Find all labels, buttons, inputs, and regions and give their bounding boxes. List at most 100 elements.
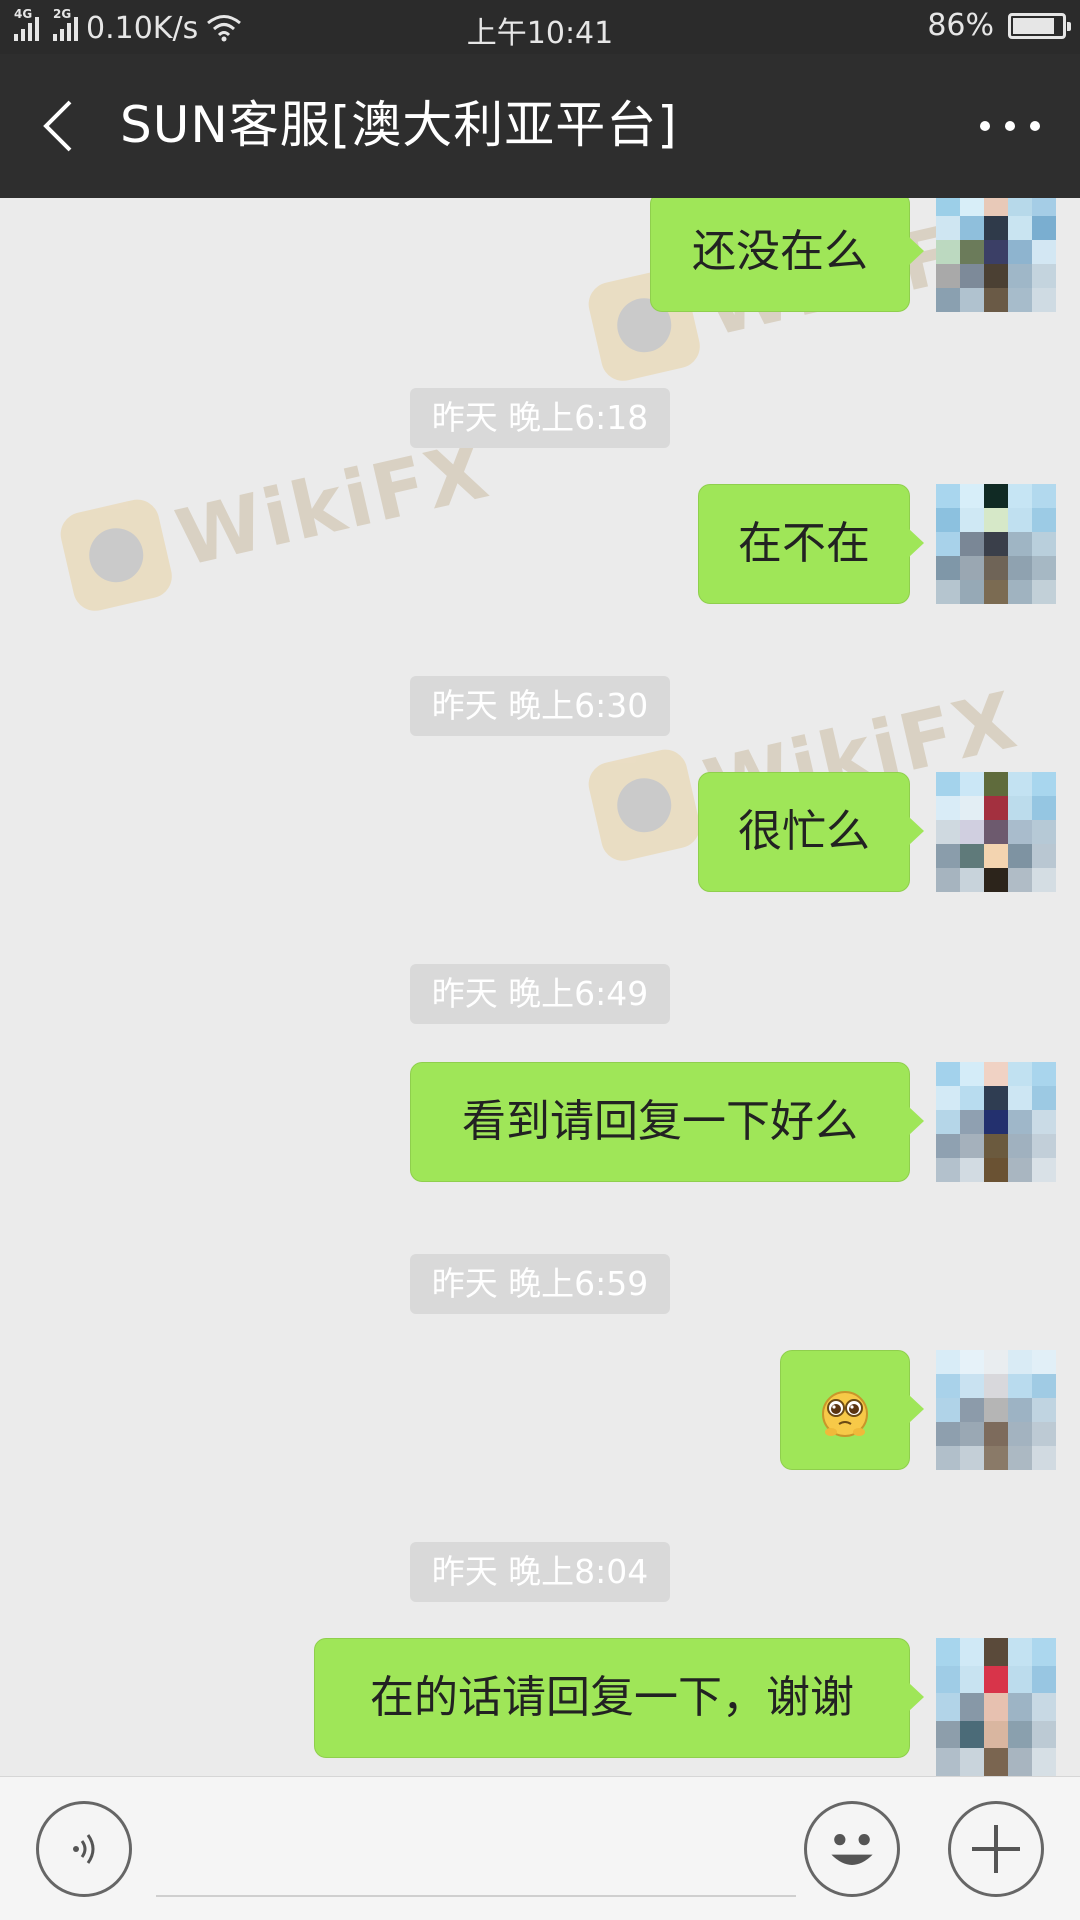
avatar[interactable] (936, 772, 1056, 892)
avatar-pixel (984, 796, 1008, 820)
avatar[interactable] (936, 1638, 1056, 1776)
avatar-pixel (1032, 1110, 1056, 1134)
avatar-pixel (984, 1374, 1008, 1398)
avatar-pixel (936, 264, 960, 288)
avatar-pixel (960, 240, 984, 264)
avatar-pixel (984, 556, 1008, 580)
message-bubble[interactable]: 在不在 (698, 484, 924, 604)
avatar-pixel (1008, 1110, 1032, 1134)
avatar-pixel (1008, 1638, 1032, 1666)
more-options-icon[interactable] (980, 118, 1040, 134)
avatar-pixel (984, 216, 1008, 240)
avatar-pixel (1032, 198, 1056, 216)
avatar-pixel (1032, 216, 1056, 240)
avatar-pixel (936, 1374, 960, 1398)
avatar-pixel (1008, 216, 1032, 240)
avatar-pixel (936, 844, 960, 868)
message-bubble[interactable]: 很忙么 (698, 772, 924, 892)
avatar-pixel (984, 1422, 1008, 1446)
back-arrow-icon[interactable] (38, 98, 82, 154)
message-bubble[interactable]: 在的话请回复一下，谢谢 (314, 1638, 924, 1758)
avatar[interactable] (936, 1350, 1056, 1470)
avatar-pixel (984, 772, 1008, 796)
avatar-pixel (1032, 1638, 1056, 1666)
avatar-pixel (1032, 820, 1056, 844)
avatar-pixel (1032, 508, 1056, 532)
avatar-pixel (1008, 484, 1032, 508)
timestamp: 昨天 晚上6:59 (410, 1254, 670, 1314)
avatar-pixel (936, 1665, 960, 1694)
message-input[interactable] (156, 1895, 796, 1897)
avatar-pixel (1008, 1398, 1032, 1422)
avatar-pixel (960, 198, 984, 216)
avatar-pixel (1008, 1086, 1032, 1110)
watermark-logo-icon (584, 745, 705, 866)
avatar-pixel (1032, 1398, 1056, 1422)
avatar-pixel (984, 820, 1008, 844)
plus-icon (972, 1825, 1020, 1873)
message-bubble[interactable] (780, 1350, 924, 1470)
avatar-pixel (1008, 1693, 1032, 1721)
avatar[interactable] (936, 1062, 1056, 1182)
avatar-pixel (936, 1062, 960, 1086)
avatar-pixel (1032, 1665, 1056, 1694)
avatar-pixel (960, 1086, 984, 1110)
avatar[interactable] (936, 484, 1056, 604)
avatar-pixel (1008, 532, 1032, 556)
avatar-pixel (936, 1748, 960, 1776)
avatar-pixel (984, 1350, 1008, 1374)
avatar-pixel (936, 1720, 960, 1749)
message-list[interactable]: WikiFX WikiFX WikiFX 还没在么 昨天 晚上6:18 在不在 … (0, 198, 1080, 1776)
avatar-pixel (1032, 1374, 1056, 1398)
avatar-pixel (1008, 1720, 1032, 1749)
avatar-pixel (1032, 1748, 1056, 1776)
avatar-pixel (1008, 868, 1032, 892)
avatar-pixel (960, 796, 984, 820)
avatar-pixel (1008, 1446, 1032, 1470)
timestamp: 昨天 晚上8:04 (410, 1542, 670, 1602)
avatar-pixel (960, 1446, 984, 1470)
avatar-pixel (984, 264, 1008, 288)
avatar-pixel (984, 240, 1008, 264)
avatar-pixel (984, 1158, 1008, 1182)
avatar-pixel (984, 1446, 1008, 1470)
avatar-pixel (984, 288, 1008, 312)
watermark: WikiFX (56, 421, 498, 616)
avatar-pixel (1008, 1062, 1032, 1086)
avatar-pixel (960, 1350, 984, 1374)
avatar-pixel (1008, 508, 1032, 532)
emoji-button[interactable] (804, 1801, 900, 1897)
avatar-pixel (1008, 796, 1032, 820)
avatar-pixel (960, 532, 984, 556)
avatar-pixel (936, 216, 960, 240)
avatar-pixel (1008, 1350, 1032, 1374)
avatar-pixel (960, 844, 984, 868)
clock: 上午10:41 (466, 16, 614, 51)
message-bubble[interactable]: 还没在么 (650, 198, 924, 312)
avatar[interactable] (936, 198, 1056, 312)
avatar-pixel (960, 1693, 984, 1721)
avatar-pixel (984, 1398, 1008, 1422)
avatar-pixel (1032, 264, 1056, 288)
avatar-pixel (960, 820, 984, 844)
avatar-pixel (984, 1134, 1008, 1158)
avatar-pixel (1032, 240, 1056, 264)
avatar-pixel (936, 288, 960, 312)
voice-button[interactable] (36, 1801, 132, 1897)
avatar-pixel (936, 1086, 960, 1110)
avatar-pixel (1032, 1446, 1056, 1470)
avatar-pixel (936, 532, 960, 556)
avatar-pixel (960, 1720, 984, 1749)
avatar-pixel (984, 1720, 1008, 1749)
message-bubble[interactable]: 看到请回复一下好么 (410, 1062, 924, 1182)
avatar-pixel (984, 844, 1008, 868)
avatar-pixel (1032, 1422, 1056, 1446)
avatar-pixel (936, 1446, 960, 1470)
avatar-pixel (936, 580, 960, 604)
message-text: 很忙么 (738, 806, 870, 857)
avatar-pixel (1032, 1350, 1056, 1374)
avatar-pixel (1008, 240, 1032, 264)
avatar-pixel (936, 1350, 960, 1374)
timestamp: 昨天 晚上6:49 (410, 964, 670, 1024)
plus-button[interactable] (948, 1801, 1044, 1897)
